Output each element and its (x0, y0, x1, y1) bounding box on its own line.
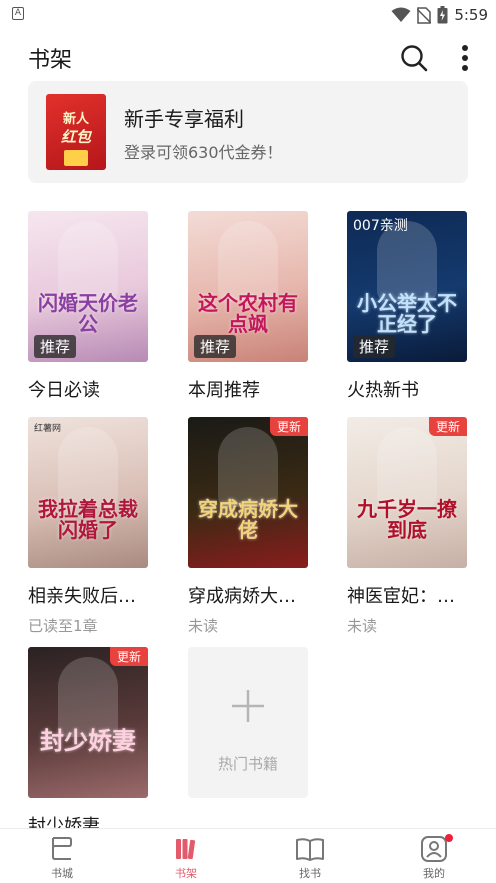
page-title: 书架 (28, 48, 73, 73)
book-title: 火热新书 (347, 380, 419, 401)
cover-top-text: 红薯网 (34, 424, 62, 434)
nav-label: 书城 (51, 867, 73, 880)
nav-label: 书架 (175, 867, 197, 880)
notification-dot (445, 834, 453, 842)
more-vertical-icon (462, 45, 468, 71)
nav-profile[interactable]: 我的 (394, 829, 474, 883)
nav-bookshelf[interactable]: 书架 (146, 829, 226, 883)
promo-title: 新手专享福利 (124, 107, 244, 131)
bottom-navigation: 书城 书架 找书 我的 (0, 828, 496, 883)
envelope-icon (64, 150, 88, 166)
popular-books-card[interactable]: 热门书籍 (188, 647, 308, 798)
book-title: 本周推荐 (188, 380, 260, 401)
update-badge: 更新 (109, 647, 148, 666)
nav-bookstore[interactable]: 书城 (22, 829, 102, 883)
reading-progress: 未读 (188, 617, 219, 635)
more-options-button[interactable] (452, 42, 478, 74)
cover-title-text: 闪婚天价老公 (38, 291, 138, 336)
cover-title-text: 我拉着总裁闪婚了 (38, 497, 138, 542)
book-cover[interactable]: 这个农村有点飒 推荐 (188, 211, 308, 362)
cover-art (58, 221, 118, 301)
cover-title-text: 小公举太不正经了 (357, 291, 457, 336)
book-cover[interactable]: 闪婚天价老公 推荐 (28, 211, 148, 362)
recommend-badge: 推荐 (34, 335, 77, 358)
book-cover[interactable]: 封少娇妻 更新 (28, 647, 148, 798)
update-badge: 更新 (428, 417, 467, 436)
nav-label: 找书 (299, 867, 321, 880)
cover-title-text: 这个农村有点飒 (198, 291, 298, 336)
wifi-icon (391, 7, 411, 22)
cover-art (58, 657, 118, 737)
nav-label: 我的 (423, 867, 445, 880)
status-bar: A 5:59 (0, 0, 496, 30)
open-book-icon (296, 838, 324, 861)
reading-progress: 已读至1章 (28, 617, 98, 635)
promo-image-text-1: 新人 (62, 112, 89, 127)
reading-progress: 未读 (347, 617, 378, 635)
search-icon (401, 45, 428, 72)
book-cover[interactable]: 红薯网我拉着总裁闪婚了 (28, 417, 148, 568)
app-notification-icon: A (12, 7, 24, 20)
search-button[interactable] (398, 42, 430, 74)
book-title: 相亲失败后… (28, 586, 136, 607)
top-bar: 书架 (0, 38, 496, 78)
red-envelope-image: 新人 红包 (46, 94, 106, 170)
book-cover[interactable]: 007亲测小公举太不正经了 推荐 (347, 211, 467, 362)
update-badge: 更新 (269, 417, 308, 436)
cover-title-text: 九千岁一撩到底 (357, 497, 457, 542)
cover-title-text: 穿成病娇大佬 (198, 497, 298, 542)
plus-icon (232, 690, 264, 722)
bookshelf-icon (176, 839, 196, 860)
recommend-badge: 推荐 (194, 335, 237, 358)
bookstore-icon (52, 837, 72, 860)
status-icons: 5:59 (391, 4, 488, 26)
book-cover[interactable]: 穿成病娇大佬 更新 (188, 417, 308, 568)
book-cover[interactable]: 九千岁一撩到底 更新 (347, 417, 467, 568)
no-sim-icon (417, 6, 432, 24)
battery-charging-icon (437, 6, 448, 24)
cover-art (218, 221, 278, 301)
clock: 5:59 (454, 6, 488, 24)
cover-art (218, 427, 278, 507)
recommend-badge: 推荐 (353, 335, 396, 358)
cover-art (58, 427, 118, 507)
book-title: 今日必读 (28, 380, 100, 401)
cover-art (377, 427, 437, 507)
book-title: 穿成病娇大… (188, 586, 296, 607)
popular-books-label: 热门书籍 (217, 755, 278, 773)
cover-title-text: 封少娇妻 (40, 727, 136, 755)
nav-find-books[interactable]: 找书 (270, 829, 350, 883)
promo-image-text-2: 红包 (60, 128, 91, 146)
new-user-promo-banner[interactable]: 新人 红包 新手专享福利 登录可领630代金券！ (28, 81, 468, 183)
promo-subtitle: 登录可领630代金券！ (124, 143, 283, 162)
book-title: 神医宦妃：… (347, 586, 455, 607)
cover-top-text: 007亲测 (353, 218, 408, 234)
